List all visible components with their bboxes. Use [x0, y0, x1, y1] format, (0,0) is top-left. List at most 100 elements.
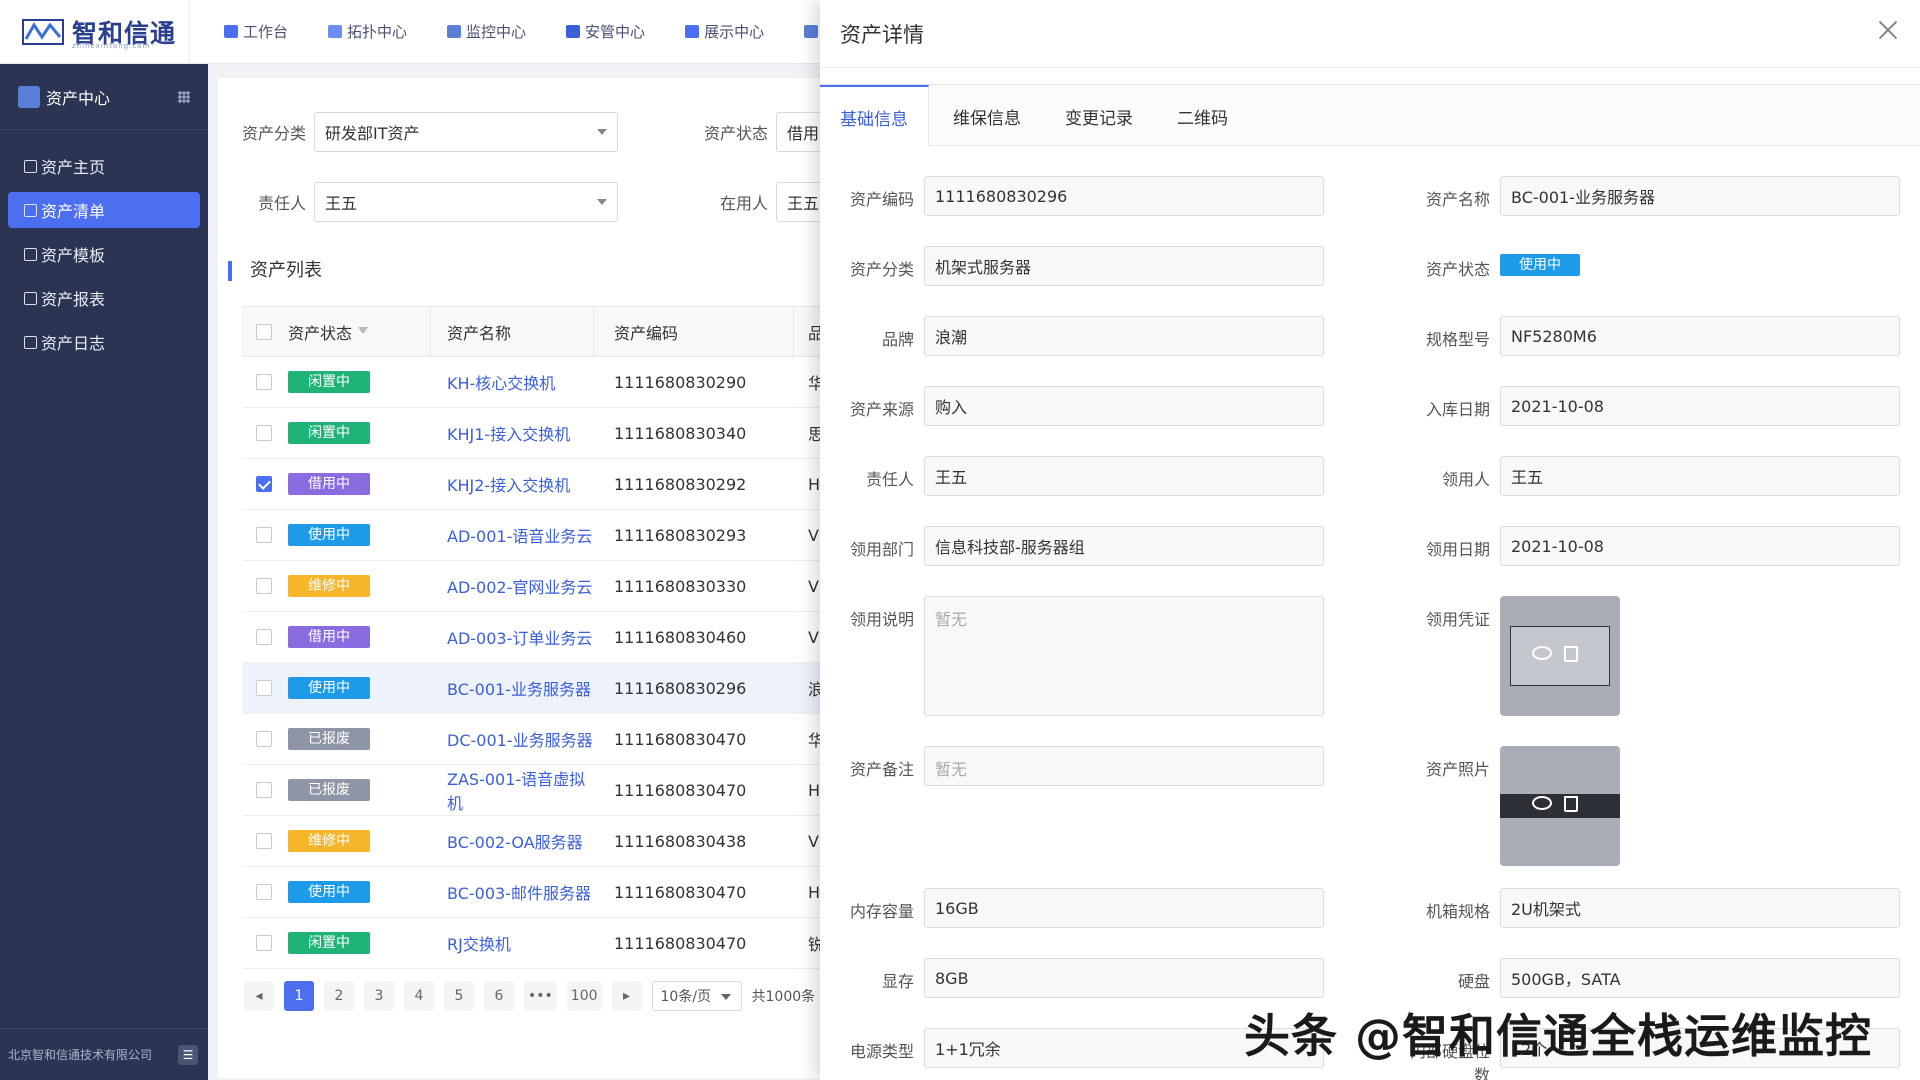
- row-checkbox[interactable]: [256, 935, 272, 951]
- page-button[interactable]: 6: [484, 981, 514, 1011]
- filter-icon[interactable]: [358, 326, 369, 337]
- asset-name-link[interactable]: BC-001-业务服务器: [447, 680, 591, 699]
- field-voucher: 领用凭证: [1396, 596, 1620, 716]
- field-vram-input[interactable]: 8GB: [924, 958, 1324, 998]
- preview-eye-icon[interactable]: [1532, 646, 1552, 660]
- asset-name-link[interactable]: ZAS-001-语音虚拟机: [447, 770, 585, 813]
- field-name-input[interactable]: BC-001-业务服务器: [1500, 176, 1900, 216]
- asset-name-link[interactable]: AD-003-订单业务云: [447, 629, 592, 648]
- topnav-item-3[interactable]: 安管中心: [546, 0, 665, 64]
- asset-name-link[interactable]: AD-001-语音业务云: [447, 527, 592, 546]
- delete-trash-icon[interactable]: [1564, 646, 1578, 662]
- field-code-input[interactable]: 1111680830296: [924, 176, 1324, 216]
- field-owner-input[interactable]: 王五: [924, 456, 1324, 496]
- status-badge: 闲置中: [288, 932, 370, 954]
- topnav-item-0[interactable]: 工作台: [204, 0, 308, 64]
- select-all-checkbox[interactable]: [256, 323, 272, 340]
- field-mem-input[interactable]: 16GB: [924, 888, 1324, 928]
- topnav-item-1[interactable]: 拓扑中心: [308, 0, 427, 64]
- asset-name-link[interactable]: AD-002-官网业务云: [447, 578, 592, 597]
- tab-2[interactable]: 变更记录: [1045, 85, 1153, 147]
- row-checkbox[interactable]: [256, 527, 272, 543]
- prev-page-icon[interactable]: ◂: [244, 981, 274, 1011]
- row-checkbox[interactable]: [256, 731, 272, 747]
- logo[interactable]: 智和信通 zhihexintong.com: [0, 0, 190, 64]
- row-checkbox[interactable]: [256, 884, 272, 900]
- sidebar-item-2[interactable]: 资产模板: [8, 236, 200, 272]
- row-checkbox[interactable]: [256, 629, 272, 645]
- field-recv-note-textarea[interactable]: 暂无: [924, 596, 1324, 716]
- close-icon[interactable]: [1876, 18, 1900, 42]
- field-chassis-input[interactable]: 2U机架式: [1500, 888, 1900, 928]
- field-category-input[interactable]: 机架式服务器: [924, 246, 1324, 286]
- row-checkbox[interactable]: [256, 578, 272, 594]
- field-name: 资产名称 BC-001-业务服务器: [1396, 176, 1900, 216]
- sidebar-item-0[interactable]: 资产主页: [8, 148, 200, 184]
- row-checkbox[interactable]: [256, 425, 272, 441]
- asset-name-link[interactable]: BC-002-OA服务器: [447, 833, 583, 852]
- page-button[interactable]: 4: [404, 981, 434, 1011]
- sidebar-item-4[interactable]: 资产日志: [8, 324, 200, 360]
- asset-code: 1111680830470: [614, 933, 747, 953]
- tab-1[interactable]: 维保信息: [933, 85, 1041, 147]
- page-button[interactable]: 3: [364, 981, 394, 1011]
- tab-3[interactable]: 二维码: [1157, 85, 1248, 147]
- field-disk-input[interactable]: 500GB，SATA: [1500, 958, 1900, 998]
- asset-photo-image[interactable]: [1500, 746, 1620, 866]
- row-checkbox[interactable]: [256, 833, 272, 849]
- page-button[interactable]: 2: [324, 981, 354, 1011]
- field-disk-label: 硬盘: [1457, 972, 1490, 991]
- total-count: 共1000条: [751, 989, 816, 1005]
- sidebar: 资产中心 资产主页 资产清单 资产模板 资产报表 资产日志 北京智和信通技术有限公司 ☰: [0, 64, 208, 1080]
- field-photo: 资产照片: [1396, 746, 1620, 866]
- page-button[interactable]: 5: [444, 981, 474, 1011]
- voucher-image[interactable]: [1500, 596, 1620, 716]
- topnav-item-2[interactable]: 监控中心: [427, 0, 546, 64]
- field-recv-note: 领用说明 暂无: [820, 596, 1324, 716]
- delete-trash-icon[interactable]: [1564, 796, 1578, 812]
- row-checkbox[interactable]: [256, 782, 272, 798]
- collapse-sidebar-icon[interactable]: ☰: [178, 1044, 198, 1065]
- topnav-label: 安管中心: [585, 23, 646, 41]
- field-photo-label: 资产照片: [1425, 760, 1490, 779]
- field-recv-date-input[interactable]: 2021-10-08: [1500, 526, 1900, 566]
- sidebar-item-3[interactable]: 资产报表: [8, 280, 200, 316]
- field-owner: 责任人 王五: [820, 456, 1324, 496]
- tab-0[interactable]: 基础信息: [820, 85, 929, 147]
- source-watermark: 头条 @智和信通全栈运维监控: [1244, 1009, 1873, 1063]
- menu-item-icon: [24, 203, 37, 217]
- col-status[interactable]: 资产状态: [286, 306, 431, 357]
- asset-name-link[interactable]: KHJ2-接入交换机: [447, 476, 570, 495]
- row-checkbox[interactable]: [256, 476, 272, 492]
- category-select[interactable]: 研发部IT资产: [314, 112, 618, 152]
- field-source-input[interactable]: 购入: [924, 386, 1324, 426]
- field-remark-input[interactable]: 暂无: [924, 746, 1324, 786]
- apps-grid-icon[interactable]: [178, 90, 190, 103]
- sidebar-item-label: 资产清单: [41, 202, 106, 221]
- page-button[interactable]: •••: [524, 981, 557, 1011]
- topnav-item-4[interactable]: 展示中心: [665, 0, 784, 64]
- row-checkbox[interactable]: [256, 374, 272, 390]
- field-dept-input[interactable]: 信息科技部-服务器组: [924, 526, 1324, 566]
- field-recv-note-label: 领用说明: [849, 610, 914, 629]
- asset-name-link[interactable]: BC-003-邮件服务器: [447, 884, 591, 903]
- field-in-date: 入库日期 2021-10-08: [1396, 386, 1900, 426]
- preview-eye-icon[interactable]: [1532, 796, 1552, 810]
- next-page-icon[interactable]: ▸: [611, 981, 642, 1011]
- asset-name-link[interactable]: DC-001-业务服务器: [447, 731, 593, 750]
- asset-name-link[interactable]: RJ交换机: [447, 935, 511, 954]
- sidebar-item-1[interactable]: 资产清单: [8, 192, 200, 228]
- page-size-select[interactable]: 10条/页: [651, 981, 742, 1011]
- asset-name-link[interactable]: KHJ1-接入交换机: [447, 425, 570, 444]
- topnav-label: 工作台: [243, 23, 289, 41]
- menu-item-icon: [24, 159, 37, 173]
- field-brand-input[interactable]: 浪潮: [924, 316, 1324, 356]
- page-button[interactable]: 100: [566, 981, 602, 1011]
- row-checkbox[interactable]: [256, 680, 272, 696]
- field-model-input[interactable]: NF5280M6: [1500, 316, 1900, 356]
- field-in-date-input[interactable]: 2021-10-08: [1500, 386, 1900, 426]
- field-receiver-input[interactable]: 王五: [1500, 456, 1900, 496]
- owner-select[interactable]: 王五: [314, 182, 618, 222]
- asset-name-link[interactable]: KH-核心交换机: [447, 374, 555, 393]
- page-button[interactable]: 1: [284, 981, 314, 1011]
